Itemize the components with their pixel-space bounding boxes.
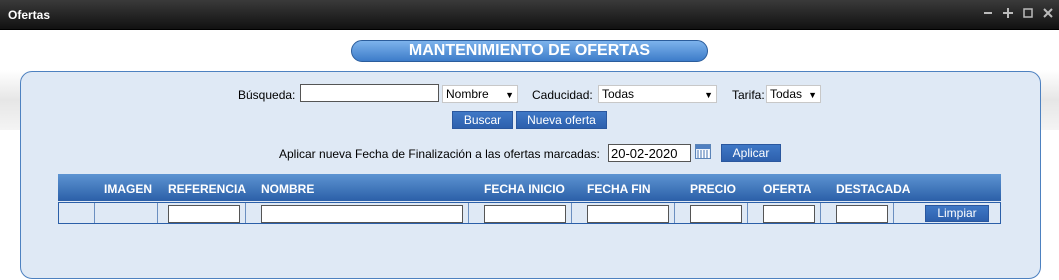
end-date-field[interactable] (608, 144, 691, 162)
column-header-referencia[interactable]: REFERENCIA (168, 182, 246, 196)
filter-row: Limpiar (58, 202, 1001, 224)
new-offer-button[interactable]: Nueva oferta (516, 111, 607, 129)
filter-fecha-inicio-input[interactable] (484, 205, 566, 223)
chevron-down-icon: ▼ (704, 90, 713, 100)
column-header-imagen[interactable]: IMAGEN (104, 182, 152, 196)
chevron-down-icon: ▼ (505, 90, 514, 100)
caducidad-value: Todas (602, 87, 635, 101)
column-header-nombre[interactable]: NOMBRE (261, 182, 314, 196)
filter-destacada-input[interactable] (836, 205, 888, 223)
column-divider (893, 203, 894, 223)
column-divider (747, 203, 748, 223)
column-header-destacada[interactable]: DESTACADA (836, 182, 910, 196)
table-header: IMAGEN REFERENCIA NOMBRE FECHA INICIO FE… (58, 174, 1001, 201)
search-field-select[interactable]: Nombre ▼ (442, 85, 518, 103)
close-icon[interactable] (1042, 8, 1054, 20)
chevron-down-icon: ▼ (808, 90, 817, 100)
search-label: Búsqueda: (238, 88, 296, 102)
search-button[interactable]: Buscar (452, 111, 513, 129)
column-divider (674, 203, 675, 223)
filter-fecha-fin-input[interactable] (587, 205, 669, 223)
column-divider (571, 203, 572, 223)
clear-filters-button[interactable]: Limpiar (925, 205, 989, 222)
filter-nombre-input[interactable] (261, 205, 463, 223)
calendar-icon[interactable] (695, 144, 711, 159)
column-divider (468, 203, 469, 223)
page-title: MANTENIMIENTO DE OFERTAS (351, 40, 708, 62)
window-titlebar: Ofertas (0, 0, 1059, 30)
column-divider (157, 203, 158, 223)
apply-date-label: Aplicar nueva Fecha de Finalización a la… (279, 147, 600, 161)
maximize-icon[interactable] (1022, 8, 1034, 20)
filter-oferta-input[interactable] (763, 205, 815, 223)
filter-precio-input[interactable] (690, 205, 742, 223)
caducidad-select[interactable]: Todas ▼ (598, 85, 717, 103)
column-header-oferta[interactable]: OFERTA (763, 182, 811, 196)
column-divider (245, 203, 246, 223)
move-icon[interactable] (1002, 8, 1014, 20)
minimize-icon[interactable] (982, 8, 994, 20)
column-header-fecha-inicio[interactable]: FECHA INICIO (484, 182, 565, 196)
column-header-precio[interactable]: PRECIO (690, 182, 736, 196)
column-divider (94, 203, 95, 223)
tarifa-select[interactable]: Todas ▼ (766, 85, 821, 103)
tarifa-label: Tarifa: (732, 88, 765, 102)
tarifa-value: Todas (770, 87, 803, 101)
window-title: Ofertas (8, 8, 51, 22)
caducidad-label: Caducidad: (532, 88, 593, 102)
filter-referencia-input[interactable] (168, 205, 240, 223)
search-input[interactable] (300, 84, 439, 102)
column-header-fecha-fin[interactable]: FECHA FIN (587, 182, 651, 196)
search-field-value: Nombre (446, 87, 489, 101)
apply-button[interactable]: Aplicar (721, 144, 781, 162)
column-divider (820, 203, 821, 223)
